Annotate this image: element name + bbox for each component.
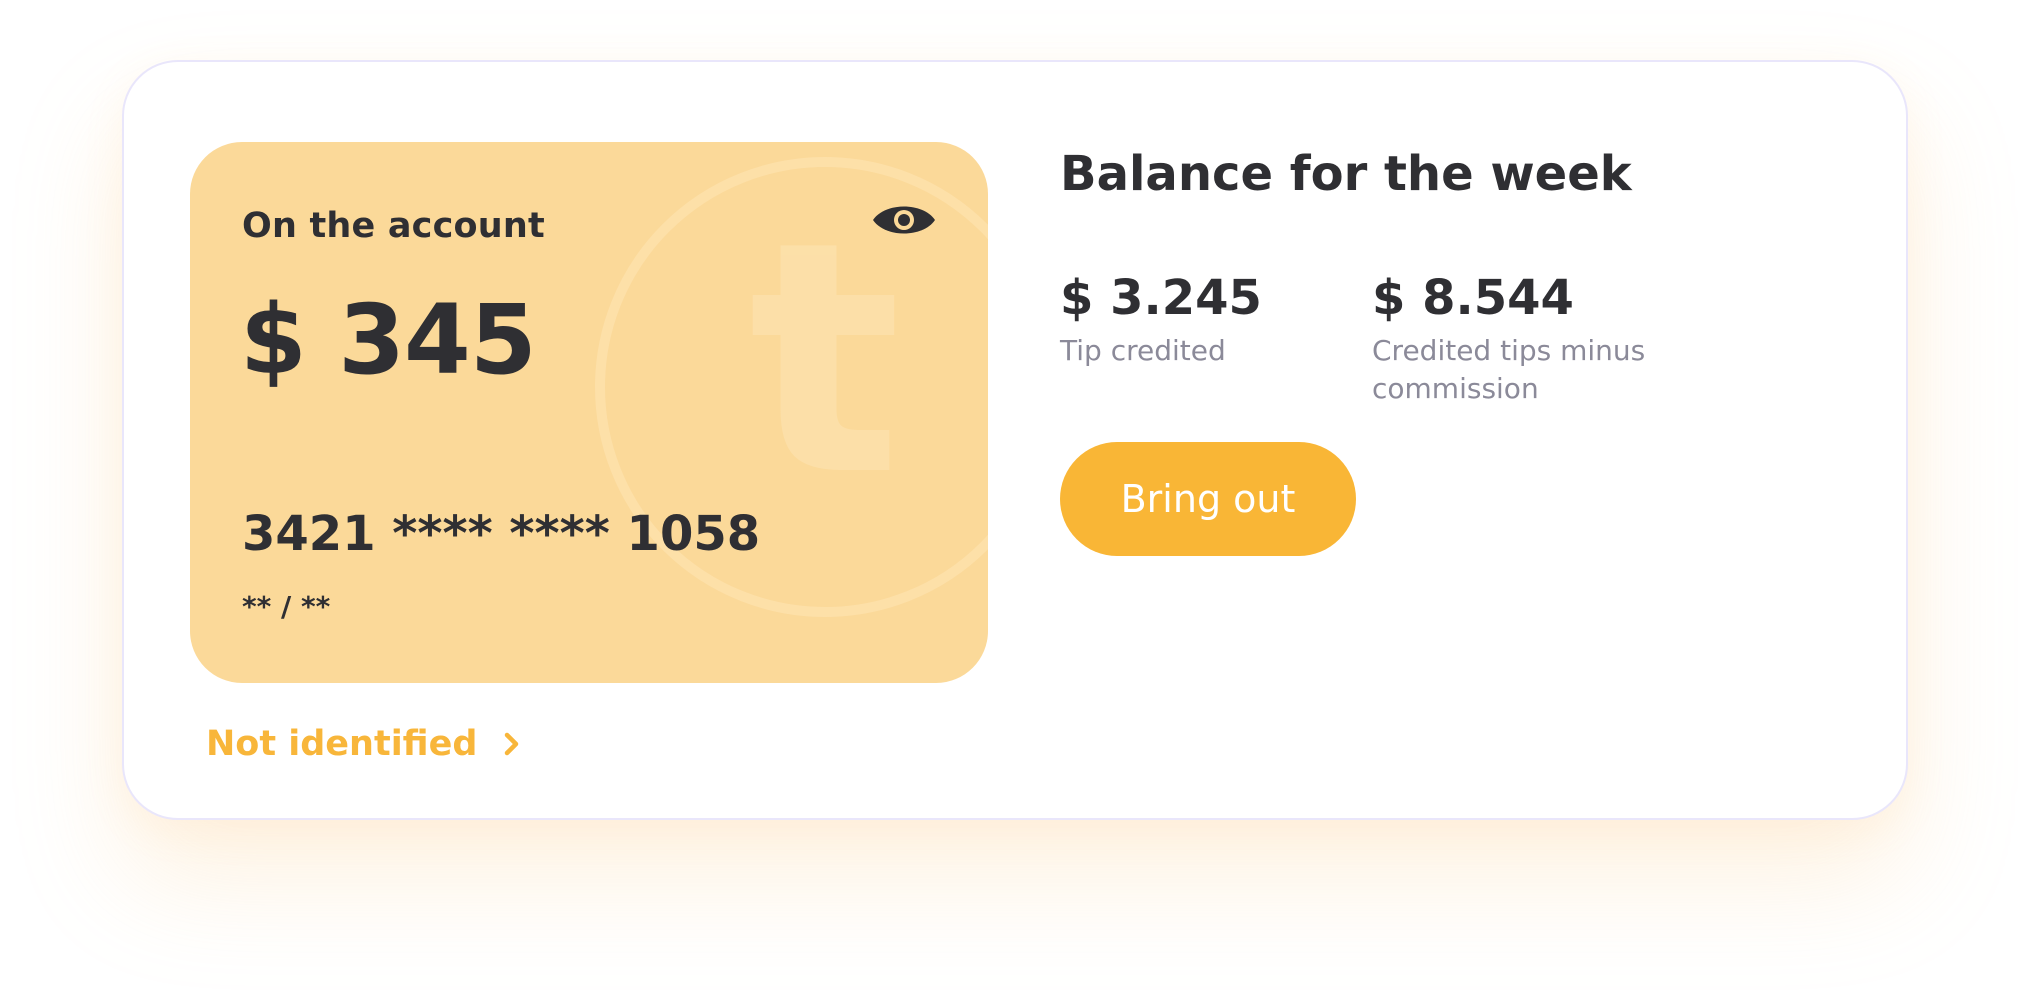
account-card: t On the account $ 345 3421 **** **** 10… (190, 142, 988, 683)
net-tips-stat: $ 8.544 Credited tips minus commission (1372, 270, 1662, 408)
stat-label: Tip credited (1060, 334, 1226, 367)
stat-label: Credited tips minus commission (1372, 334, 1646, 405)
identification-status-label: Not identified (206, 724, 478, 764)
account-label: On the account (242, 206, 545, 246)
eye-icon[interactable] (871, 200, 937, 240)
identification-status-link[interactable]: Not identified (206, 724, 521, 764)
tip-credited-stat: $ 3.245 Tip credited (1060, 270, 1350, 370)
card-number: 3421 **** **** 1058 (242, 506, 761, 562)
chevron-right-icon (505, 732, 519, 756)
week-balance-title: Balance for the week (1060, 146, 1632, 202)
account-balance: $ 345 (240, 284, 537, 396)
stat-value: $ 8.544 (1372, 270, 1574, 326)
bring-out-button[interactable]: Bring out (1060, 442, 1356, 556)
balance-panel: t On the account $ 345 3421 **** **** 10… (122, 60, 1908, 820)
card-expiry: ** / ** (242, 590, 331, 623)
stat-value: $ 3.245 (1060, 270, 1262, 326)
